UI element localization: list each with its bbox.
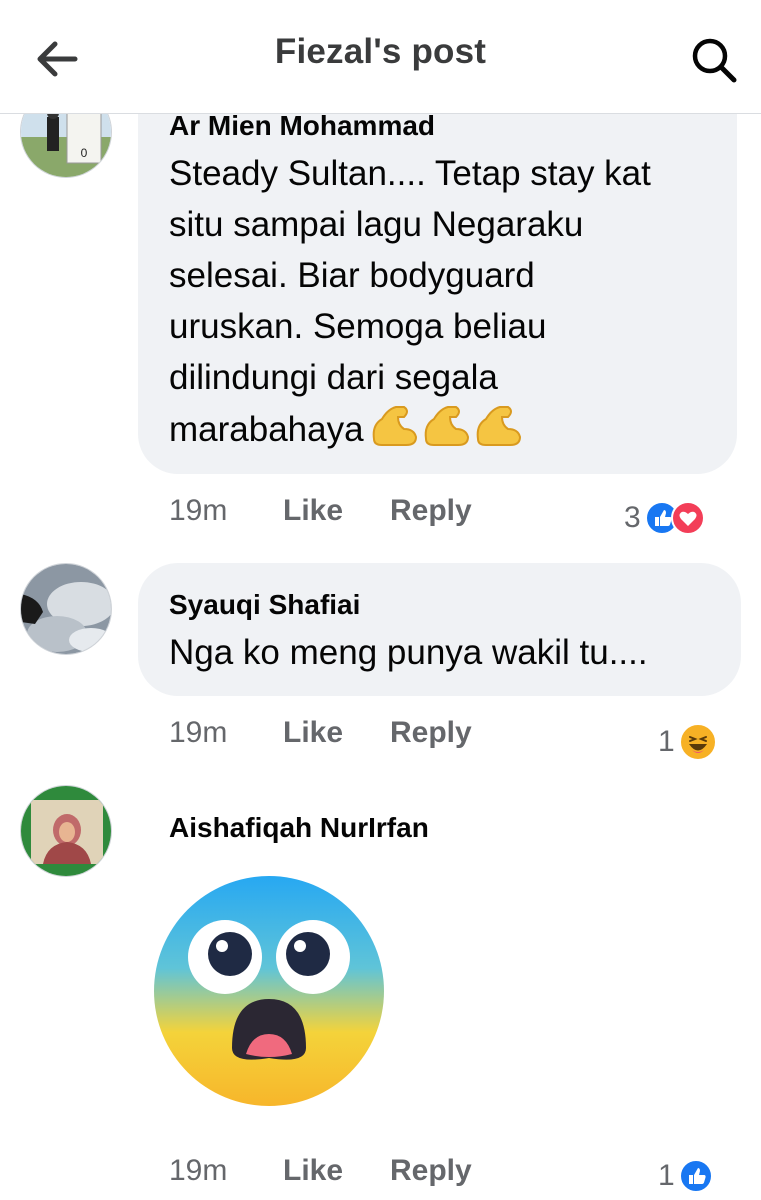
svg-text:0: 0 bbox=[81, 146, 88, 160]
avatar[interactable] bbox=[20, 785, 112, 877]
comment-author[interactable]: Syauqi Shafiai bbox=[169, 589, 360, 621]
reaction-summary[interactable]: 3 bbox=[624, 498, 705, 538]
comment-time[interactable]: 19m bbox=[169, 716, 227, 750]
comment-author[interactable]: Aishafiqah NurIrfan bbox=[169, 812, 429, 844]
comment-actions: 19m Like Reply bbox=[169, 494, 529, 534]
comment-text-line: Steady Sultan.... Tetap stay kat bbox=[169, 154, 651, 193]
fearful-face-sticker[interactable] bbox=[152, 874, 386, 1108]
like-button[interactable]: Like bbox=[283, 716, 343, 750]
comment-text-line: selesai. Biar bodyguard bbox=[169, 256, 535, 295]
like-reaction-icon bbox=[678, 1159, 713, 1193]
comment-text-line-last: marabahaya bbox=[169, 403, 729, 461]
comment-text: Steady Sultan.... Tetap stay kat situ sa… bbox=[169, 148, 729, 461]
love-reaction-icon bbox=[670, 501, 705, 535]
like-button[interactable]: Like bbox=[283, 1154, 343, 1188]
page-title: Fiezal's post bbox=[274, 32, 487, 71]
search-icon[interactable] bbox=[684, 30, 744, 90]
comment-time[interactable]: 19m bbox=[169, 1154, 227, 1188]
comment-text-line: situ sampai lagu Negaraku bbox=[169, 205, 584, 244]
comment-text: Nga ko meng punya wakil tu.... bbox=[169, 633, 648, 672]
comment-time[interactable]: 19m bbox=[169, 494, 227, 528]
flexed-biceps-icon bbox=[372, 406, 417, 446]
comment-text-line: uruskan. Semoga beliau bbox=[169, 307, 547, 346]
comment-text-line: dilindungi dari segala bbox=[169, 358, 498, 397]
top-bar: Fiezal's post bbox=[0, 0, 761, 114]
comment-text-line: marabahaya bbox=[169, 410, 364, 449]
reaction-summary[interactable]: 1 bbox=[658, 1156, 713, 1196]
reaction-count: 1 bbox=[658, 1159, 675, 1192]
flexed-biceps-emoji-group bbox=[370, 403, 522, 461]
avatar[interactable] bbox=[20, 563, 112, 655]
flexed-biceps-icon bbox=[476, 406, 521, 446]
comment-actions: 19m Like Reply bbox=[169, 716, 529, 756]
comment-actions: 19m Like Reply bbox=[169, 1154, 529, 1194]
reaction-count: 3 bbox=[624, 501, 641, 534]
like-button[interactable]: Like bbox=[283, 494, 343, 528]
reaction-count: 1 bbox=[658, 725, 675, 758]
reply-button[interactable]: Reply bbox=[390, 494, 472, 528]
reply-button[interactable]: Reply bbox=[390, 716, 472, 750]
reaction-summary[interactable]: 1 bbox=[658, 722, 717, 762]
haha-reaction-icon bbox=[678, 723, 717, 761]
flexed-biceps-icon bbox=[424, 406, 469, 446]
comment-author[interactable]: Ar Mien Mohammad bbox=[169, 110, 435, 142]
reply-button[interactable]: Reply bbox=[390, 1154, 472, 1188]
